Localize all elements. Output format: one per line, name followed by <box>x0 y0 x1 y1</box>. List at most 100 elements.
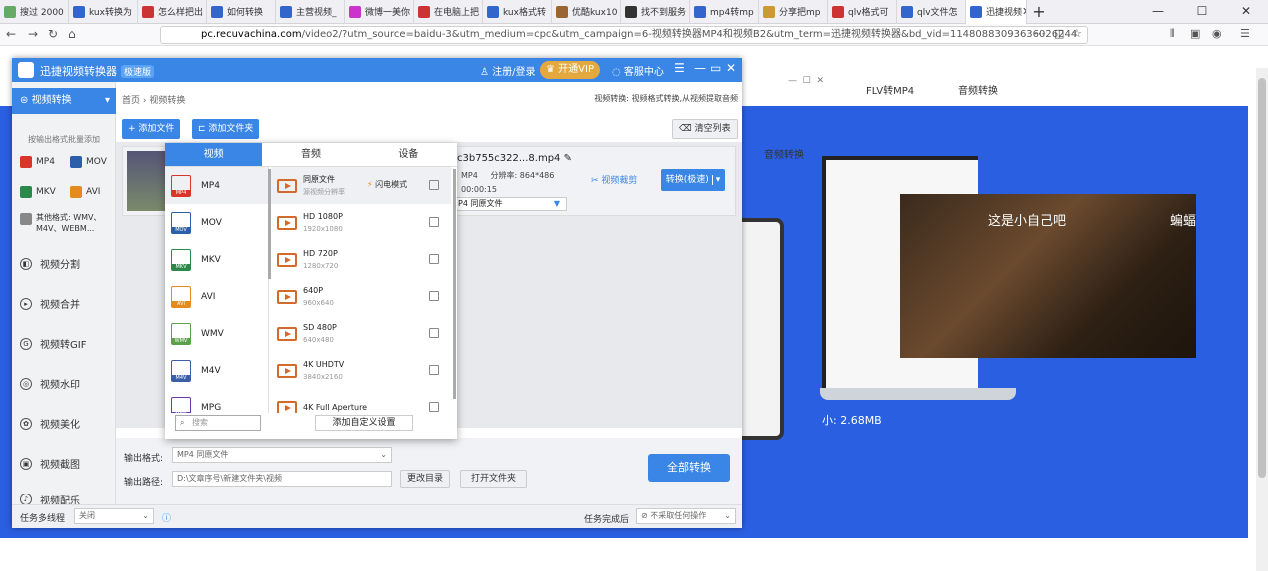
browser-tab[interactable]: 在电脑上把 <box>414 0 483 24</box>
format-option-mpg[interactable]: MPG MPG <box>165 389 268 413</box>
more-icon[interactable]: ⋯ <box>1034 27 1045 40</box>
sidebar-item-screenshot[interactable]: ▣ 视频截图 <box>20 456 80 471</box>
sidebar-format-avi[interactable]: AVI <box>70 186 100 198</box>
pocket-icon[interactable]: ◫ <box>1054 27 1064 40</box>
page-scrollbar[interactable] <box>1256 68 1268 571</box>
browser-tab[interactable]: 找不到服务 <box>621 0 690 24</box>
app-maximize-icon[interactable]: ▭ <box>710 61 721 75</box>
sidebar-format-mov[interactable]: MOV <box>70 156 107 168</box>
browser-tab-active[interactable]: 迅捷视频✕ <box>966 0 1027 24</box>
new-tab-button[interactable]: + <box>1027 2 1051 21</box>
browser-tab[interactable]: 分享把mp <box>759 0 828 24</box>
output-format-select[interactable]: MP4 同原文件 ⌄ <box>172 447 392 463</box>
multithread-select[interactable]: 关闭 ⌄ <box>74 508 154 524</box>
edit-icon[interactable] <box>429 254 439 264</box>
home-icon[interactable]: ⌂ <box>68 27 76 41</box>
convert-fast-button[interactable]: 转换(极速) ▾ <box>661 169 725 191</box>
quality-option[interactable]: 4K UHDTV 3840x2160 <box>271 352 451 389</box>
tab-video[interactable]: 视频 <box>165 143 263 166</box>
open-folder-button[interactable]: 打开文件夹 <box>460 470 528 488</box>
tab-close-icon[interactable]: ✕ <box>1022 5 1026 18</box>
app-minimize-icon[interactable]: — <box>694 61 706 75</box>
browser-tab[interactable]: kux转换为 <box>69 0 138 24</box>
web-nav-audio[interactable]: 音频转换 <box>958 82 998 97</box>
video-clip-link[interactable]: ✂ 视频裁剪 <box>591 173 637 186</box>
url-bar[interactable]: pc.recuvachina.com/video2/?utm_source=ba… <box>160 26 1088 44</box>
sidebar-format-mkv[interactable]: MKV <box>20 186 56 198</box>
tab-audio[interactable]: 音频 <box>262 143 359 166</box>
add-custom-setting-button[interactable]: 添加自定义设置 <box>315 415 413 431</box>
pencil-icon[interactable]: ✎ <box>564 153 572 164</box>
app-close-icon[interactable]: ✕ <box>726 61 736 75</box>
library-icon[interactable]: ⫴ <box>1170 27 1175 41</box>
info-icon[interactable]: ⓘ <box>162 511 171 524</box>
browser-tab[interactable]: 优酷kux10 <box>552 0 621 24</box>
customer-service-link[interactable]: ◌ 客服中心 <box>612 63 664 78</box>
sidebar-format-mp4[interactable]: MP4 <box>20 156 55 168</box>
vip-button[interactable]: ♛ 开通VIP <box>540 61 600 79</box>
add-file-button[interactable]: + 添加文件 <box>122 119 181 139</box>
clear-list-button[interactable]: ⌫ 清空列表 <box>672 119 738 139</box>
edit-icon[interactable] <box>429 180 439 190</box>
edit-icon[interactable] <box>429 402 439 412</box>
forward-icon[interactable]: → <box>28 27 38 41</box>
format-option-avi[interactable]: AVI AVI <box>165 278 268 315</box>
edit-icon[interactable] <box>429 291 439 301</box>
browser-tab[interactable]: 怎么样把出 <box>138 0 207 24</box>
app-menu-icon[interactable]: ☰ <box>674 61 685 75</box>
sidebar-item-watermark[interactable]: ◎ 视频水印 <box>20 376 80 391</box>
file-output-select[interactable]: P4 同原文件 ▼ <box>453 197 567 211</box>
quality-option[interactable]: HD 720P 1280x720 <box>271 241 451 278</box>
quality-option[interactable]: 640P 960x640 <box>271 278 451 315</box>
sidebar-item-music[interactable]: ♪ 视频配乐 <box>20 494 80 504</box>
tab-device[interactable]: 设备 <box>360 143 457 166</box>
minimize-icon[interactable]: — <box>1136 0 1180 24</box>
output-path-field[interactable]: D:\文章序号\新建文件夹\视频 <box>172 471 392 487</box>
menu-icon[interactable]: ☰ <box>1240 27 1250 40</box>
after-task-select[interactable]: ⊘ 不采取任何操作 ⌄ <box>636 508 736 524</box>
login-link[interactable]: ♙ 注册/登录 <box>480 63 536 78</box>
account-icon[interactable]: ◉ <box>1212 27 1222 40</box>
format-option-wmv[interactable]: WMV WMV <box>165 315 268 352</box>
close-icon[interactable]: ✕ <box>1224 0 1268 24</box>
quality-option[interactable]: SD 480P 640x480 <box>271 315 451 352</box>
sidebar-item-split[interactable]: ◧ 视频分割 <box>20 256 80 271</box>
web-nav-audio-2[interactable]: 音频转换 <box>764 146 804 161</box>
change-dir-button[interactable]: 更改目录 <box>400 470 451 488</box>
add-folder-button[interactable]: ⊏ 添加文件夹 <box>192 119 260 139</box>
browser-tab[interactable]: 如何转换 <box>207 0 276 24</box>
quality-option[interactable]: 同原文件 源视频分辨率 ⚡ 闪电模式 <box>271 167 451 204</box>
format-option-mp4[interactable]: MP4 MP4 <box>165 167 268 204</box>
browser-tab[interactable]: qlv格式可 <box>828 0 897 24</box>
browser-tab[interactable]: 微博一美你 <box>345 0 414 24</box>
format-option-mkv[interactable]: MKV MKV <box>165 241 268 278</box>
sidebar-item-video-convert[interactable]: ⊜ 视频转换 ▾ <box>12 88 116 114</box>
edit-icon[interactable] <box>429 328 439 338</box>
edit-icon[interactable] <box>429 365 439 375</box>
browser-tab[interactable]: 搜过 2000 <box>0 0 69 24</box>
browser-tab[interactable]: 主营视频_ <box>276 0 345 24</box>
browser-tab[interactable]: mp4转mp <box>690 0 759 24</box>
sidebar-format-other[interactable]: 其他格式: WMV、M4V、WEBM... <box>20 212 112 234</box>
reload-icon[interactable]: ↻ <box>48 27 58 41</box>
convert-all-button[interactable]: 全部转换 <box>648 454 730 482</box>
back-icon[interactable]: ← <box>6 27 16 41</box>
quality-option[interactable]: 4K Full Aperture <box>271 389 451 413</box>
sidebar-item-beautify[interactable]: ✿ 视频美化 <box>20 416 80 431</box>
browser-tab[interactable]: qlv文件怎 <box>897 0 966 24</box>
edit-icon[interactable] <box>429 217 439 227</box>
format-option-m4v[interactable]: M4V M4V <box>165 352 268 389</box>
maximize-icon[interactable]: ☐ <box>1180 0 1224 24</box>
sidebar-item-merge[interactable]: ▸ 视频合并 <box>20 296 80 311</box>
quality-list-scrollbar[interactable] <box>453 169 456 399</box>
quality-option[interactable]: HD 1080P 1920x1080 <box>271 204 451 241</box>
sidebar-icon[interactable]: ▣ <box>1190 27 1200 40</box>
sidebar-item-gif[interactable]: G 视频转GIF <box>20 336 86 351</box>
browser-tab[interactable]: kux格式转 <box>483 0 552 24</box>
star-icon[interactable]: ☆ <box>1072 27 1082 40</box>
dropdown-icon[interactable]: ▾ <box>711 175 721 185</box>
format-option-mov[interactable]: MOV MOV <box>165 204 268 241</box>
format-search-input[interactable]: ⌕ 搜索 <box>175 415 261 431</box>
web-nav-flv-mp4[interactable]: FLV转MP4 <box>866 82 914 97</box>
scroll-thumb[interactable] <box>1258 78 1266 478</box>
